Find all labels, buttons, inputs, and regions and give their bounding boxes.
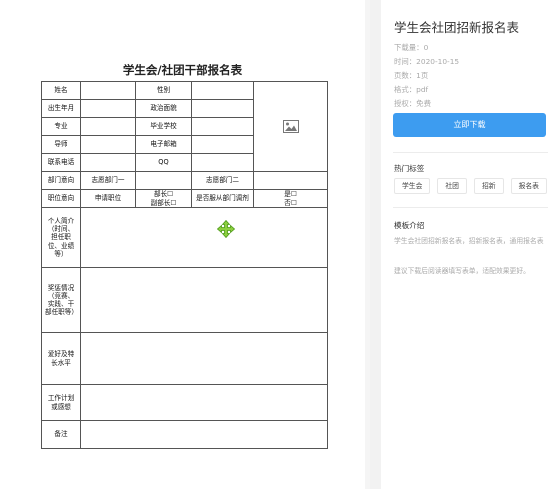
sidebar-title: 学生会社团招新报名表	[394, 20, 520, 35]
table-row: 备注	[41, 420, 328, 449]
meta-format: 格式：pdf	[394, 85, 429, 94]
divider	[393, 207, 548, 208]
cell-label: 性别	[135, 81, 192, 100]
cell-label: 导师	[41, 135, 81, 154]
table-row: 职位意向 申请职位 部长☐ 副部长☐ 是否服从部门调剂 是☐ 否☐	[41, 189, 328, 208]
vice-minister-option: 副部长☐	[150, 198, 177, 207]
cell-value	[191, 117, 254, 136]
cell-label: 专业	[41, 117, 81, 136]
cell-value	[80, 81, 136, 100]
document-title: 学生会/社团干部报名表	[122, 63, 243, 77]
cell-value	[80, 267, 328, 333]
cell-label: 出生年月	[41, 99, 81, 118]
photo-cell	[253, 81, 328, 172]
cell-value	[253, 171, 328, 190]
cell-label: 爱好及特长水平	[41, 332, 81, 385]
minister-option: 部长☐	[153, 190, 174, 199]
meta-pages: 页数：1页	[394, 71, 429, 80]
cell-label: 姓名	[41, 81, 81, 100]
obey-checkbox-cell: 是☐ 否☐	[253, 189, 328, 208]
cell-value	[191, 81, 254, 100]
tag-list: 学生会 社团 招新 报名表	[394, 178, 554, 194]
image-placeholder-icon	[282, 120, 299, 133]
tag-student-union[interactable]: 学生会	[394, 178, 431, 194]
cell-value	[80, 99, 136, 118]
table-row: 工作计划或感想	[41, 384, 328, 421]
cell-label: 部门意向	[41, 171, 81, 190]
cell-label: 个人简介（时间、担任职位、业绩等）	[41, 207, 81, 268]
intro-heading: 模板介绍	[394, 221, 425, 230]
cell-label: 联系电话	[41, 153, 81, 172]
sidebar: 学生会社团招新报名表 下载量：0 时间：2020-10-15 页数：1页 格式：…	[381, 0, 554, 489]
position-checkbox-cell: 部长☐ 副部长☐	[135, 189, 192, 208]
table-row: 奖惩情况（竞赛、实践、干部任职等）	[41, 267, 328, 333]
cell-value	[80, 153, 136, 172]
meta-license: 授权：免费	[394, 99, 431, 108]
cell-label: 备注	[41, 420, 81, 449]
table-row: 部门意向 志愿部门一 志愿部门二	[41, 171, 328, 190]
table-row: 姓名 性别	[41, 81, 328, 172]
table-row: 爱好及特长水平	[41, 332, 328, 385]
download-button[interactable]: 立即下载	[393, 113, 546, 137]
cell-label: 奖惩情况（竞赛、实践、干部任职等）	[41, 267, 81, 333]
cell-label: 志愿部门一	[80, 171, 136, 190]
move-cursor-icon[interactable]	[217, 220, 235, 238]
cell-value	[135, 171, 192, 190]
tag-registration-form[interactable]: 报名表	[510, 178, 547, 194]
cell-label: 是否服从部门调剂	[191, 189, 254, 208]
meta-downloads: 下载量：0	[394, 43, 429, 52]
hot-tags-heading: 热门标签	[394, 164, 425, 173]
cell-value	[191, 135, 254, 154]
registration-form-table: 姓名 性别 出生年月 政治面貌 专业 毕业学校 导师 电子邮箱 联系电话 QQ …	[41, 81, 328, 449]
cell-label: 电子邮箱	[135, 135, 192, 154]
cell-label: 毕业学校	[135, 117, 192, 136]
cell-value	[80, 135, 136, 154]
meta-date: 时间：2020-10-15	[394, 57, 460, 66]
page: 学生会/社团干部报名表 姓名 性别 出生年月 政治面貌 专业 毕业学校 导师 电…	[0, 0, 554, 489]
cell-value	[191, 153, 254, 172]
cell-label: 申请职位	[80, 189, 136, 208]
cell-label: 职位意向	[41, 189, 81, 208]
no-option: 否☐	[284, 198, 297, 207]
table-row: 个人简介（时间、担任职位、业绩等）	[41, 207, 328, 268]
yes-option: 是☐	[284, 190, 297, 199]
cell-value	[191, 99, 254, 118]
cell-label: 志愿部门二	[191, 171, 254, 190]
divider	[393, 152, 548, 153]
cell-value	[80, 332, 328, 385]
cell-label: 政治面貌	[135, 99, 192, 118]
cell-value	[80, 420, 328, 449]
tag-recruitment[interactable]: 招新	[473, 178, 504, 194]
cell-value	[80, 207, 328, 268]
download-tip: 建议下载后阅读器填写表单，适配效果更好。	[394, 267, 530, 275]
document-preview-panel: 学生会/社团干部报名表 姓名 性别 出生年月 政治面貌 专业 毕业学校 导师 电…	[0, 0, 370, 489]
document-page: 学生会/社团干部报名表 姓名 性别 出生年月 政治面貌 专业 毕业学校 导师 电…	[0, 0, 365, 489]
cell-label: 工作计划或感想	[41, 384, 81, 421]
cell-value	[80, 384, 328, 421]
cell-label: QQ	[135, 153, 192, 172]
cell-value	[80, 117, 136, 136]
tag-club[interactable]: 社团	[437, 178, 467, 194]
intro-text: 学生会社团招新报名表，招新报名表，通用报名表	[394, 237, 544, 245]
